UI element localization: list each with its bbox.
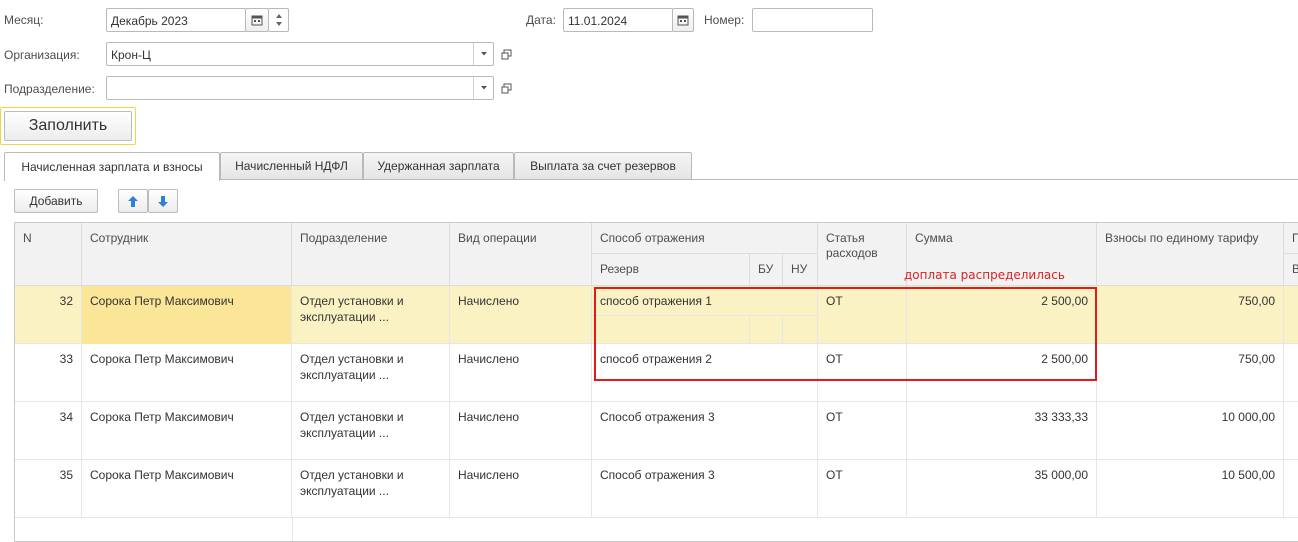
tab-withheld-salary[interactable]: Удержанная зарплата (363, 152, 514, 179)
col-division[interactable]: Подразделение (292, 223, 450, 286)
date-field[interactable]: 11.01.2024 (563, 8, 673, 32)
tab-accrued-ndfl[interactable]: Начисленный НДФЛ (220, 152, 363, 179)
cell-expense-item[interactable]: ОТ (818, 402, 907, 460)
annotation-text: доплата распределилась (904, 268, 1065, 282)
table-row[interactable]: 34 Сорока Петр Максимович Отдел установк… (15, 402, 1298, 460)
date-label: Дата: (526, 13, 556, 27)
month-value: Декабрь 2023 (111, 14, 188, 28)
cell-operation[interactable]: Начислено (450, 460, 592, 518)
cell-employee[interactable]: Сорока Петр Максимович (82, 344, 292, 402)
empty-grid-area (292, 518, 293, 541)
col-cut-bottom[interactable]: В (1284, 254, 1298, 286)
division-open-button[interactable] (495, 76, 517, 100)
cell-amount[interactable]: 35 000,00 (907, 460, 1097, 518)
add-button[interactable]: Добавить (14, 189, 98, 213)
col-cut-top[interactable]: П (1284, 223, 1298, 254)
org-dropdown-button[interactable] (473, 43, 493, 65)
cell-n: 35 (15, 460, 82, 518)
chevron-down-icon (480, 86, 487, 90)
cell-contributions[interactable]: 750,00 (1097, 344, 1284, 402)
month-label: Месяц: (4, 13, 44, 27)
number-label: Номер: (704, 13, 745, 27)
division-label: Подразделение: (4, 82, 95, 96)
cell-employee[interactable]: Сорока Петр Максимович (82, 460, 292, 518)
cell-n: 33 (15, 344, 82, 402)
number-field[interactable] (752, 8, 873, 32)
fill-button[interactable]: Заполнить (4, 111, 132, 141)
cell-n: 32 (15, 286, 82, 344)
cell-operation[interactable]: Начислено (450, 344, 592, 402)
month-field[interactable]: Декабрь 2023 (106, 8, 246, 32)
cell-reflection[interactable]: Способ отражения 3 (592, 460, 818, 518)
cell-operation[interactable]: Начислено (450, 286, 592, 344)
cell-n: 34 (15, 402, 82, 460)
stepper-arrows-icon (276, 14, 282, 26)
cell-division[interactable]: Отдел установки и эксплуатации ... (292, 344, 450, 402)
cell-operation[interactable]: Начислено (450, 402, 592, 460)
tab-accrued-salary[interactable]: Начисленная зарплата и взносы (4, 152, 220, 181)
cell-employee[interactable]: Сорока Петр Максимович (82, 286, 292, 344)
calendar-icon (251, 15, 263, 26)
col-bu[interactable]: БУ (750, 254, 783, 286)
date-calendar-button[interactable] (672, 8, 694, 32)
org-open-button[interactable] (495, 42, 517, 66)
date-value: 11.01.2024 (568, 14, 628, 28)
col-reflection[interactable]: Способ отражения (592, 223, 818, 254)
cell-amount[interactable]: 33 333,33 (907, 402, 1097, 460)
col-nu[interactable]: НУ (783, 254, 818, 286)
cell-division[interactable]: Отдел установки и эксплуатации ... (292, 286, 450, 344)
cell-contributions[interactable]: 10 000,00 (1097, 402, 1284, 460)
cell-contributions[interactable]: 750,00 (1097, 286, 1284, 344)
col-contributions[interactable]: Взносы по единому тарифу (1097, 223, 1284, 286)
open-window-icon (501, 83, 511, 93)
org-field[interactable]: Крон-Ц (106, 42, 494, 66)
org-label: Организация: (4, 48, 80, 62)
cell-contributions[interactable]: 10 500,00 (1097, 460, 1284, 518)
table-header: N Сотрудник Подразделение Вид операции С… (15, 223, 1298, 286)
annotation-highlight-box (594, 287, 1097, 381)
division-dropdown-button[interactable] (473, 77, 493, 99)
division-field[interactable] (106, 76, 494, 100)
col-expense-item[interactable]: Статья расходов (818, 223, 907, 286)
month-calendar-button[interactable] (245, 8, 269, 32)
org-value: Крон-Ц (111, 48, 151, 62)
col-operation[interactable]: Вид операции (450, 223, 592, 286)
cell-division[interactable]: Отдел установки и эксплуатации ... (292, 460, 450, 518)
move-down-button[interactable] (148, 189, 178, 213)
col-employee[interactable]: Сотрудник (82, 223, 292, 286)
fill-button-focus-frame: Заполнить (0, 107, 136, 145)
table-row[interactable]: 35 Сорока Петр Максимович Отдел установк… (15, 460, 1298, 518)
col-reserve[interactable]: Резерв (592, 254, 750, 286)
chevron-down-icon (480, 52, 487, 56)
cell-employee[interactable]: Сорока Петр Максимович (82, 402, 292, 460)
calendar-icon (677, 15, 689, 26)
col-n[interactable]: N (15, 223, 82, 286)
arrow-up-icon (128, 195, 138, 207)
arrow-down-icon (158, 195, 168, 207)
open-window-icon (501, 49, 511, 59)
tab-reserve-payment[interactable]: Выплата за счет резервов (514, 152, 692, 179)
month-stepper[interactable] (268, 8, 289, 32)
cell-expense-item[interactable]: ОТ (818, 460, 907, 518)
cell-division[interactable]: Отдел установки и эксплуатации ... (292, 402, 450, 460)
accruals-table: N Сотрудник Подразделение Вид операции С… (14, 222, 1298, 542)
move-up-button[interactable] (118, 189, 148, 213)
cell-reflection[interactable]: Способ отражения 3 (592, 402, 818, 460)
